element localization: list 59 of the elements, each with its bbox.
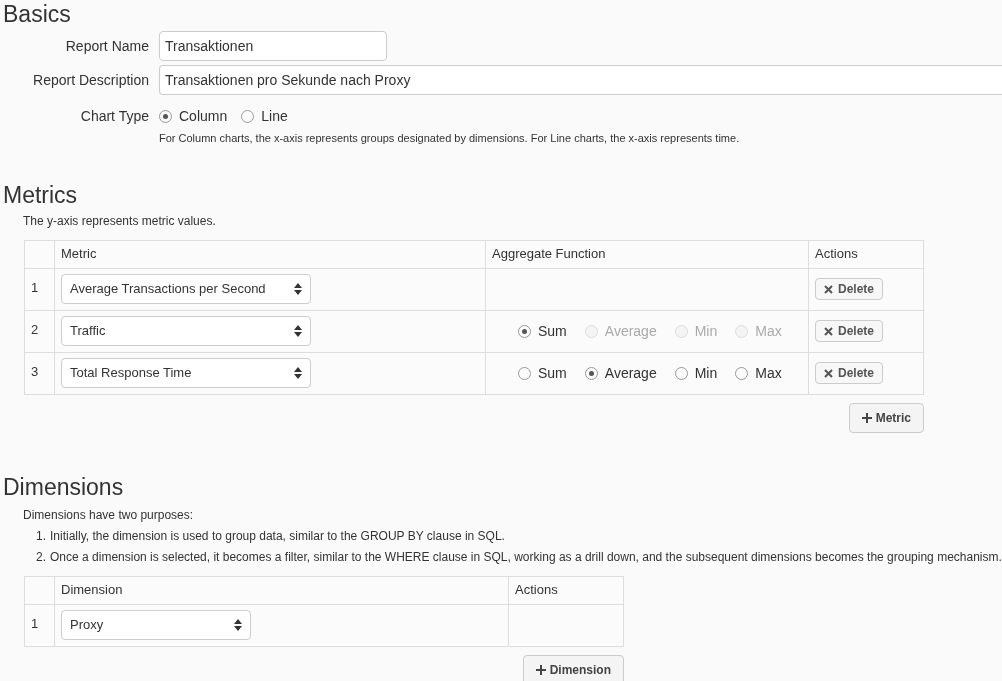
list-text: Once a dimension is selected, it becomes a filter, similar to the WHERE clause in SQL, working as a drill down, and the subsequent dimensions becomes the grouping mechanism. [50,548,1002,566]
delete-button[interactable]: Delete [815,362,884,384]
radio-label: Max [755,363,782,383]
radio-button[interactable] [518,324,531,338]
select-field[interactable]: Total Response Time [61,358,311,388]
delete-button[interactable]: Delete [815,320,884,342]
close-icon [824,368,833,378]
radio-label: Line [261,107,288,126]
row-number: 2 [31,321,39,337]
field-label: Report Name [64,36,149,56]
select-field[interactable]: Average Transactions per Second [61,274,311,304]
radio-label: Min [694,363,718,383]
field-label: Report Description [32,70,149,90]
radio-label: Min [694,321,718,341]
section-heading: Basics [2,0,72,28]
radio-button[interactable] [159,110,172,123]
row-number: 3 [31,363,39,379]
text-input[interactable]: Transaktionen pro Sekunde nach Proxy [159,65,1002,95]
radio-button[interactable] [241,110,255,123]
column-header: Dimension [61,582,123,598]
delete-button[interactable]: Delete [815,278,884,300]
list-number: 1. [36,527,46,545]
close-icon [824,326,833,336]
help-text: For Column charts, the x-axis represents groups designated by dimensions. For Line charts, the x-axis represents time. [159,131,741,146]
radio-label: Column [179,107,228,126]
row-number: 1 [31,279,39,295]
section-description: Dimensions have two purposes: [23,506,195,524]
add-button[interactable]: Dimension [522,654,624,681]
select-field[interactable]: Traffic [61,316,311,346]
radio-label: Max [755,321,782,341]
select-field[interactable]: Proxy [61,610,251,640]
plus-icon [535,664,546,675]
radio-button[interactable] [584,366,598,380]
up-down-caret-icon [294,325,302,337]
radio-button[interactable] [735,366,749,380]
column-header: Metric [61,246,97,262]
text-input[interactable]: Transaktionen [159,31,387,61]
radio-label: Sum [538,321,567,341]
radio-label: Sum [538,363,567,383]
up-down-caret-icon [294,367,302,379]
add-button[interactable]: Metric [848,402,924,433]
column-header: Aggregate Function [492,246,606,262]
list-text: Initially, the dimension is used to group data, similar to the GROUP BY clause in SQL. [50,527,505,545]
close-icon [824,284,833,294]
section-description: The y-axis represents metric values. [23,212,217,230]
column-header: Actions [815,246,858,262]
section-heading: Metrics [2,180,79,209]
plus-icon [861,412,872,423]
up-down-caret-icon [234,619,242,631]
column-header: Actions [515,582,558,598]
up-down-caret-icon [294,283,302,295]
radio-label: Average [604,363,657,383]
list-number: 2. [36,548,46,566]
radio-button[interactable] [674,366,688,380]
radio-label: Average [604,321,657,341]
row-number: 1 [31,615,39,631]
section-heading: Dimensions [2,472,125,501]
radio-button[interactable] [518,366,531,380]
field-label: Chart Type [79,107,149,126]
